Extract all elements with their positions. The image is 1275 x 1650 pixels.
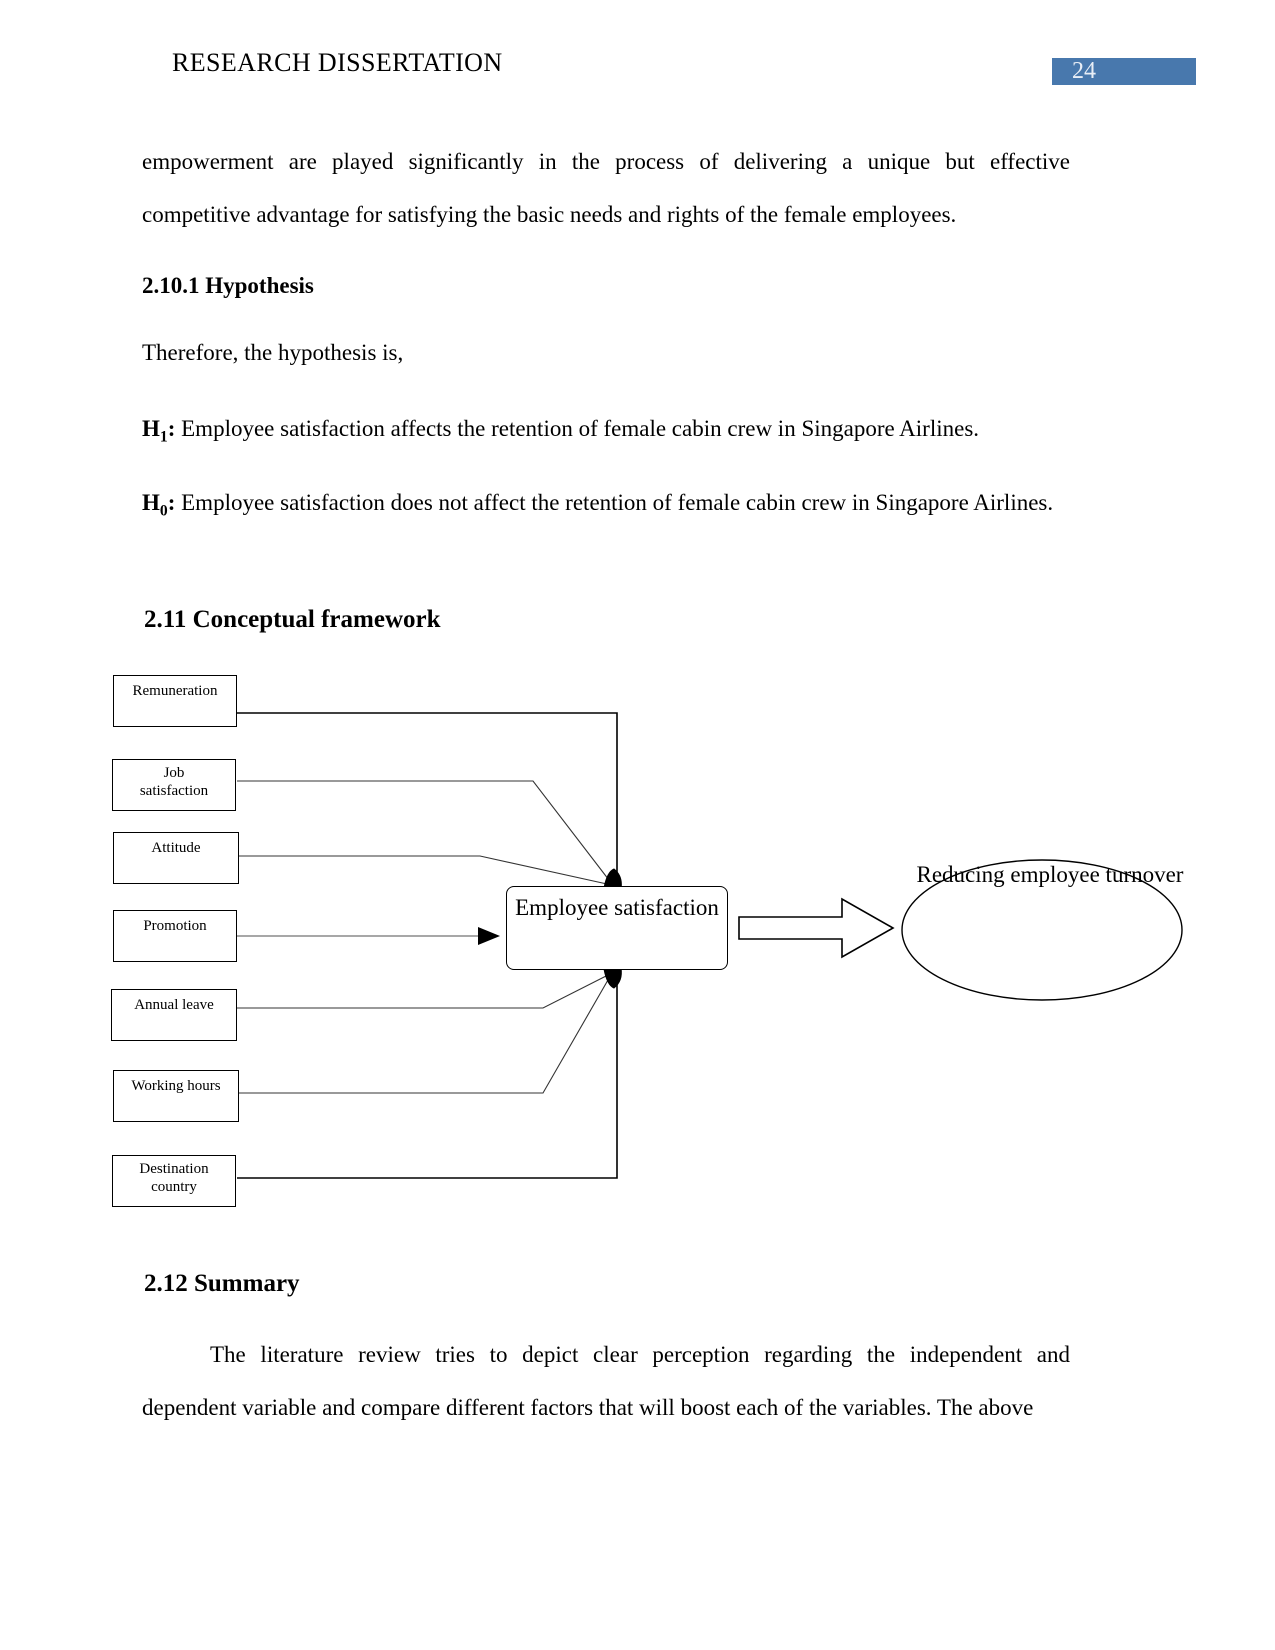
heading-conceptual-framework: 2.11 Conceptual framework [144, 606, 441, 633]
page-number: 24 [1072, 58, 1096, 84]
factor-label-promotion: Promotion [143, 918, 207, 934]
factor-label-attitude: Attitude [151, 840, 201, 856]
hypothesis-h0-text: Employee satisfaction does not affect th… [175, 490, 1054, 515]
connector-annual-leave [237, 972, 613, 1009]
factor-label-annual-leave: Annual leave [134, 997, 214, 1013]
heading-summary: 2.12 Summary [144, 1270, 300, 1297]
paragraph-therefore: Therefore, the hypothesis is, [142, 340, 404, 365]
header-title: RESEARCH DISSERTATION [172, 48, 503, 77]
factor-label-destination-country: Destination country [139, 1161, 209, 1195]
factor-label-remuneration: Remuneration [132, 683, 218, 699]
paragraph-summary: The literature review tries to depict cl… [142, 1342, 1070, 1420]
outcome-node-label: Reducing employee turnover [916, 862, 1184, 887]
factor-box-attitude[interactable]: Attitude [113, 832, 239, 884]
arrowhead-promotion [478, 927, 500, 945]
factor-box-annual-leave[interactable]: Annual leave [111, 989, 237, 1041]
hypothesis-h0-label: H0: [142, 490, 176, 520]
connector-remuneration [237, 712, 618, 884]
connector-job-satisfaction [237, 780, 613, 885]
factor-box-job-satisfaction[interactable]: Job satisfaction [112, 759, 236, 811]
factor-box-working-hours[interactable]: Working hours [113, 1070, 239, 1122]
factor-box-destination-country[interactable]: Destination country [112, 1155, 236, 1207]
connector-working-hours [239, 972, 613, 1094]
document-page: RESEARCH DISSERTATION 24 empowerment are… [0, 0, 1275, 1650]
hypothesis-h0: H0: Employee satisfaction does not affec… [142, 476, 1070, 538]
hypothesis-h1: H1: Employee satisfaction affects the re… [142, 402, 1070, 464]
factor-box-remuneration[interactable]: Remuneration [113, 675, 237, 727]
factor-label-job-satisfaction: Job satisfaction [139, 765, 209, 799]
hypothesis-h1-label: H1: [142, 416, 176, 446]
factor-box-promotion[interactable]: Promotion [113, 910, 237, 962]
connector-attitude [239, 855, 608, 885]
hypothesis-h1-text: Employee satisfaction affects the retent… [175, 416, 980, 441]
central-node-employee-satisfaction[interactable]: Employee satisfaction [506, 886, 728, 970]
factor-label-working-hours: Working hours [131, 1078, 221, 1094]
central-node-label: Employee satisfaction [515, 895, 719, 920]
heading-hypothesis: 2.10.1 Hypothesis [142, 273, 314, 298]
block-arrow-to-outcome [738, 897, 895, 959]
connector-destination-country [237, 973, 618, 1179]
paragraph-empowerment: empowerment are played significantly in … [142, 149, 1070, 227]
